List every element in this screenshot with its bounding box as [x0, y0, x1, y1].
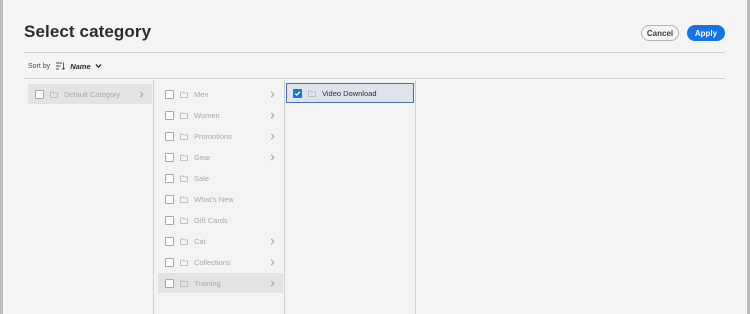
category-column-4 [416, 80, 747, 314]
apply-button[interactable]: Apply [687, 25, 725, 41]
category-checkbox[interactable] [165, 110, 174, 120]
category-checkbox[interactable] [165, 89, 174, 99]
cancel-button[interactable]: Cancel [641, 25, 679, 41]
chevron-right-icon[interactable] [270, 258, 275, 266]
category-row[interactable]: What's New [158, 189, 283, 209]
folder-icon [180, 259, 188, 266]
folder-icon [180, 175, 188, 182]
category-row[interactable]: Training [158, 273, 283, 293]
category-checkbox[interactable] [165, 257, 174, 267]
category-row[interactable]: Women [158, 105, 283, 125]
checkmark-icon [294, 90, 301, 96]
toolbar-divider [24, 78, 725, 79]
chevron-right-icon[interactable] [270, 237, 275, 245]
category-checkbox[interactable] [165, 194, 174, 204]
category-label: Gear [194, 152, 211, 162]
category-row[interactable]: Video Download [286, 83, 414, 103]
category-row[interactable]: Cat [158, 231, 283, 251]
category-label: Promotions [194, 131, 232, 141]
category-label: Default Category [64, 89, 121, 99]
category-row[interactable]: Men [158, 84, 283, 104]
category-label: Collections [194, 257, 231, 267]
folder-icon [180, 280, 188, 287]
category-column-1: Default Category [24, 80, 154, 314]
header-divider [24, 52, 725, 53]
category-row[interactable]: Gear [158, 147, 283, 167]
dialog-title: Select category [24, 22, 152, 41]
category-label: Men [194, 89, 209, 99]
folder-icon [180, 238, 188, 245]
chevron-right-icon[interactable] [270, 90, 275, 98]
folder-icon [180, 154, 188, 161]
category-label: Women [194, 110, 220, 120]
folder-icon [180, 91, 188, 98]
chevron-right-icon[interactable] [270, 153, 275, 161]
select-category-dialog: Select category Cancel Apply Sort by Nam… [3, 0, 747, 314]
folder-icon [180, 196, 188, 203]
category-checkbox[interactable] [165, 236, 174, 246]
category-row[interactable]: Sale [158, 168, 283, 188]
chevron-right-icon[interactable] [139, 90, 144, 98]
category-label: What's New [194, 194, 234, 204]
folder-icon [180, 217, 188, 224]
category-label: Video Download [322, 88, 377, 98]
category-row[interactable]: Promotions [158, 126, 283, 146]
sort-label: Sort by [28, 62, 51, 70]
sort-value: Name [70, 61, 91, 71]
category-checkbox[interactable] [165, 215, 174, 225]
category-label: Gift Cards [194, 215, 228, 225]
sort-lines-icon [56, 62, 66, 70]
category-label: Cat [194, 236, 206, 246]
category-label: Training [194, 278, 221, 288]
chevron-right-icon[interactable] [270, 132, 275, 140]
category-checkbox[interactable] [35, 89, 44, 99]
category-row[interactable]: Default Category [28, 84, 152, 104]
category-label: Sale [194, 173, 210, 183]
category-row[interactable]: Collections [158, 252, 283, 272]
chevron-down-icon[interactable] [95, 63, 102, 69]
category-checkbox[interactable] [165, 152, 174, 162]
sort-control[interactable]: Sort by Name [28, 60, 102, 72]
category-checkbox[interactable] [293, 88, 302, 98]
folder-icon [308, 90, 316, 97]
category-column-3: Video Download [285, 80, 416, 314]
folder-icon [180, 112, 188, 119]
chevron-right-icon[interactable] [270, 111, 275, 119]
category-checkbox[interactable] [165, 173, 174, 183]
category-checkbox[interactable] [165, 278, 174, 288]
chevron-right-icon[interactable] [270, 279, 275, 287]
category-row[interactable]: Gift Cards [158, 210, 283, 230]
category-checkbox[interactable] [165, 131, 174, 141]
folder-icon [180, 133, 188, 140]
category-column-2: Men Women Promotions Gear Sale What's New Gift… [154, 80, 285, 314]
folder-icon [50, 91, 58, 98]
